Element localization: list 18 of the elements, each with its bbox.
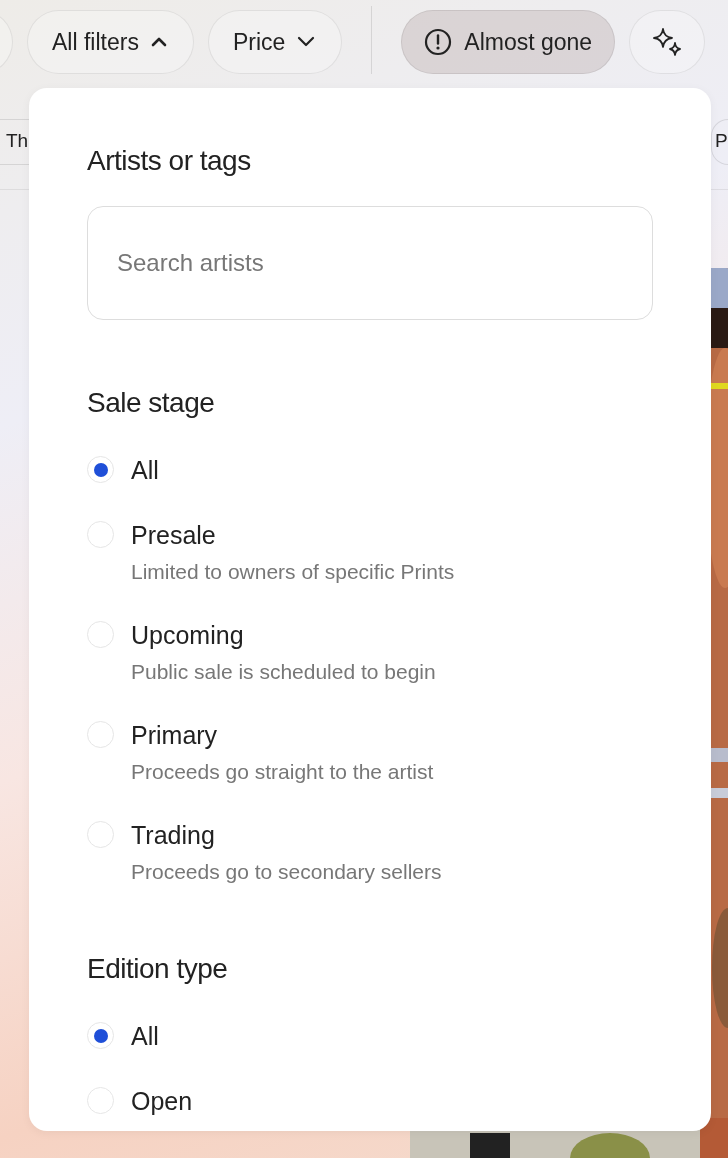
- option-description: Proceeds go straight to the artist: [131, 759, 434, 785]
- section-heading: Sale stage: [87, 386, 216, 420]
- section-heading: Edition type: [87, 952, 229, 986]
- option-label: Open: [131, 1086, 193, 1117]
- option-label: All: [131, 1021, 159, 1052]
- filter-toggle[interactable]: Almost gone: [401, 10, 616, 74]
- option-description: Limited to owners of specific Prints: [131, 559, 455, 585]
- section-heading: Artists or tags: [87, 144, 252, 178]
- option-label: All: [131, 455, 159, 486]
- filter-dropdown[interactable]: All filters: [27, 10, 194, 74]
- option-label: Upcoming: [131, 620, 245, 651]
- option-description: Public sale is scheduled to begin: [131, 659, 436, 685]
- filter-dropdown[interactable]: Price: [207, 10, 343, 74]
- option-description: Proceeds go to secondary sellers: [131, 859, 442, 885]
- search-field[interactable]: Search artists: [87, 206, 653, 320]
- option-label: Presale: [131, 520, 217, 551]
- option-label: Trading: [131, 820, 216, 851]
- option-label: Primary: [131, 720, 219, 751]
